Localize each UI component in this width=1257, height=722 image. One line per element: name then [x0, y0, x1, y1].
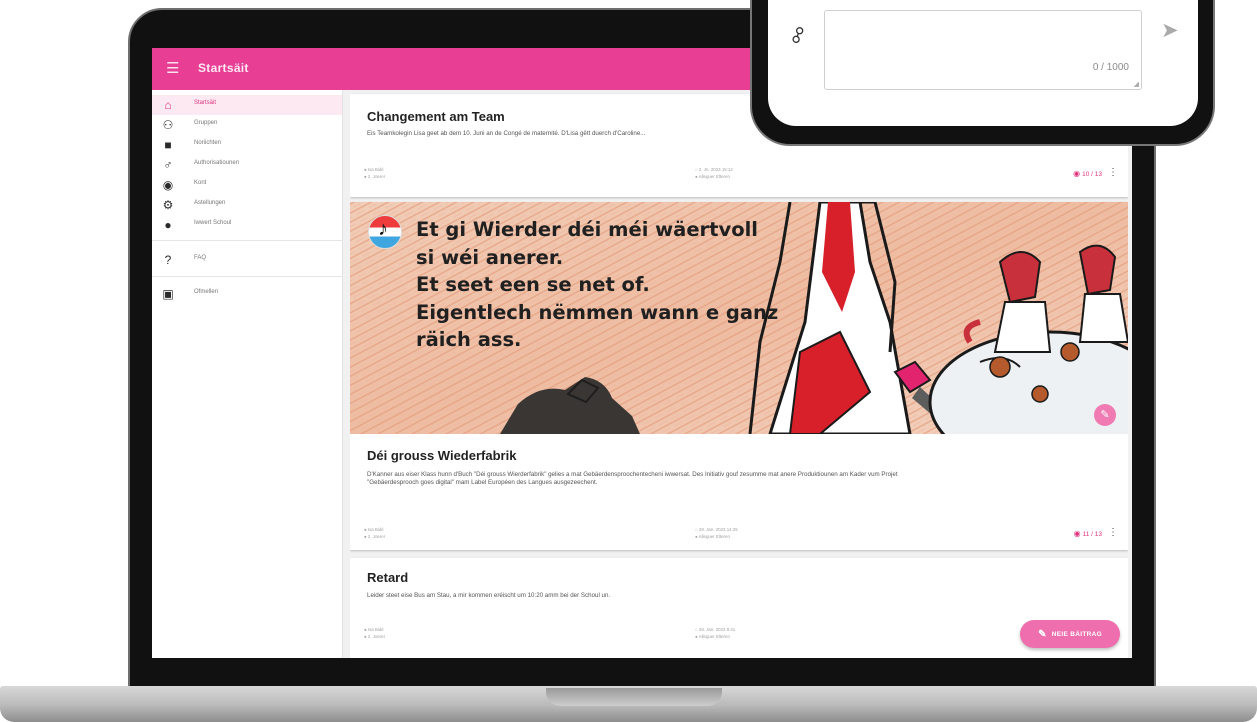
sidebar-item-label: Startsäit [194, 100, 217, 106]
post-footer: ● Isa Bidé ● 2. Joerer ○ 2. Jn. 2023 15:… [350, 160, 1128, 186]
illustration-line: si wéi anerer. [416, 245, 564, 269]
edit-image-button[interactable]: ✎ [1094, 404, 1116, 426]
sidebar-item-label: Gruppen [194, 120, 218, 126]
send-icon[interactable]: ➤ [1161, 18, 1179, 43]
pencil-icon: ✎ [1100, 409, 1110, 421]
resize-handle-icon[interactable]: ◢ [1134, 80, 1139, 88]
laptop-hinge-notch [546, 688, 722, 706]
post-recipients: Alleguer Elteren [698, 174, 730, 179]
sidebar-item-authorisatiounen[interactable]: ♂ Authorisatiounen [152, 155, 342, 175]
illustration-line: Et gi Wierder déi méi wäertvoll [416, 218, 758, 241]
post-card[interactable]: Retard Leider steet eise Bus am Stau, a … [350, 558, 1128, 658]
post-title: Changement am Team [367, 109, 505, 124]
post-text: D'Kanner aus eiser Klass hunn d'Buch "Dé… [367, 471, 898, 486]
post-footer: ● Isa Bidé ● 2. Joerer ○ 28. Jan. 2023 9… [350, 620, 1128, 646]
phone-screen: ☍ 0 / 1000 ◢ ➤ [768, 0, 1198, 126]
attachment-icon[interactable]: ☍ [786, 23, 812, 49]
illustration-line: Eigentlech nëmmen wann e ganz [416, 300, 779, 324]
post-author: Isa Bidé [367, 627, 384, 632]
settings-gear-icon: ⚙ [162, 198, 174, 212]
post-author-meta: ● Isa Bidé ● 2. Joerer [364, 166, 385, 180]
post-title: Déi grouss Wiederfabrik [367, 448, 517, 463]
sidebar-divider [152, 276, 342, 277]
music-note-icon: ♪ [378, 218, 388, 240]
new-post-label: NEIE BÄITRAG [1051, 630, 1102, 638]
post-date-meta: ○ 28. Jan. 2023 9:41 ● Alleguer Elteren [695, 626, 735, 640]
account-circle-icon: ◉ [162, 178, 174, 192]
sidebar-item-ofmellen[interactable]: ▣ Ofmellen [152, 284, 342, 304]
sidebar-item-astellungen[interactable]: ⚙ Astellungen [152, 195, 342, 215]
sidebar-divider [152, 240, 342, 241]
sidebar-item-label: Kont [194, 180, 207, 186]
sidebar-item-label: Ofmellen [194, 289, 219, 295]
post-date: 28. Jan. 2023 9:41 [698, 627, 736, 632]
post-audience: 2. Joerer [367, 634, 386, 639]
info-icon: ● [164, 218, 172, 232]
menu-icon[interactable]: ☰ [166, 60, 179, 78]
post-feed: Changement am Team Eis Teamkolegin Lisa … [350, 90, 1128, 658]
person-icon: ♂ [163, 158, 173, 172]
views-count: 11 / 13 [1082, 531, 1102, 538]
sidebar-item-label: Noriichten [194, 140, 222, 146]
message-input[interactable]: 0 / 1000 ◢ [824, 10, 1142, 90]
post-audience: 2. Joerer [367, 534, 386, 539]
app-title: Startsäit [198, 61, 249, 75]
views-counter: ◉ 10 / 13 [1073, 169, 1102, 178]
illustration-line: räich ass. [416, 328, 522, 351]
illustration-line: Et seet een se net of. [416, 273, 650, 296]
help-icon: ? [164, 253, 172, 267]
post-date-meta: ○ 2. Jn. 2023 15:12 ● Alleguer Elteren [695, 166, 733, 180]
sidebar-item-startsait[interactable]: ⌂ Startsäit [152, 95, 342, 115]
post-title: Retard [367, 570, 409, 585]
home-icon: ⌂ [164, 98, 172, 112]
sidebar-item-label: FAQ [194, 255, 207, 261]
groups-icon: ⚇ [162, 118, 174, 132]
sidebar-item-faq[interactable]: ? FAQ [152, 250, 342, 270]
eye-icon: ◉ [1073, 169, 1081, 178]
sidebar-item-gruppen[interactable]: ⚇ Gruppen [152, 115, 342, 135]
sidebar-item-label: Iwwert Schoul [194, 220, 232, 226]
more-vert-icon[interactable]: ⋮ [1108, 167, 1118, 178]
new-post-button[interactable]: ✎ NEIE BÄITRAG [1020, 620, 1120, 648]
post-date: 2. Jn. 2023 15:12 [698, 167, 733, 172]
sidebar-nav: ⌂ Startsäit ⚇ Gruppen ■ Noriichten ♂ Aut… [152, 90, 343, 658]
post-author: Isa Bidé [367, 167, 384, 172]
sidebar-item-noriichten[interactable]: ■ Noriichten [152, 135, 342, 155]
luxembourg-flag-logo: ♪ [368, 215, 402, 249]
sidebar-item-label: Astellungen [194, 200, 226, 206]
post-author-meta: ● Isa Bidé ● 2. Joerer [364, 626, 385, 640]
logout-icon: ▣ [162, 287, 174, 301]
more-vert-icon[interactable]: ⋮ [1108, 527, 1118, 538]
post-author: Isa Bidé [367, 527, 384, 532]
post-illustration: ♪ Et gi Wierder déi méi wäertvoll si wéi… [350, 202, 1128, 434]
character-counter: 0 / 1000 [1092, 62, 1129, 73]
sidebar-item-label: Authorisatiounen [194, 160, 240, 166]
chat-icon: ■ [164, 138, 172, 152]
post-text: Leider steet eise Bus am Stau, a mir kom… [367, 592, 611, 599]
views-count: 10 / 13 [1082, 171, 1102, 178]
post-author-meta: ● Isa Bidé ● 2. Joerer [364, 526, 385, 540]
post-card[interactable]: ♪ Et gi Wierder déi méi wäertvoll si wéi… [350, 202, 1128, 550]
pencil-icon: ✎ [1038, 628, 1047, 640]
post-recipients: Alleguer Elteren [698, 634, 730, 639]
post-date: 28. Jan. 2023 14:25 [698, 527, 738, 532]
post-footer: ● Isa Bidé ● 2. Joerer ○ 28. Jan. 2023 1… [350, 520, 1128, 546]
views-counter: ◉ 11 / 13 [1074, 529, 1102, 538]
post-date-meta: ○ 28. Jan. 2023 14:25 ● Alleguer Elteren [695, 526, 738, 540]
post-audience: 2. Joerer [367, 174, 386, 179]
illustration-text: Et gi Wierder déi méi wäertvoll si wéi a… [416, 216, 836, 354]
sidebar-item-iwwert-schoul[interactable]: ● Iwwert Schoul [152, 215, 342, 235]
post-recipients: Alleguer Elteren [698, 534, 730, 539]
sidebar-item-kont[interactable]: ◉ Kont [152, 175, 342, 195]
eye-icon: ◉ [1073, 529, 1081, 538]
